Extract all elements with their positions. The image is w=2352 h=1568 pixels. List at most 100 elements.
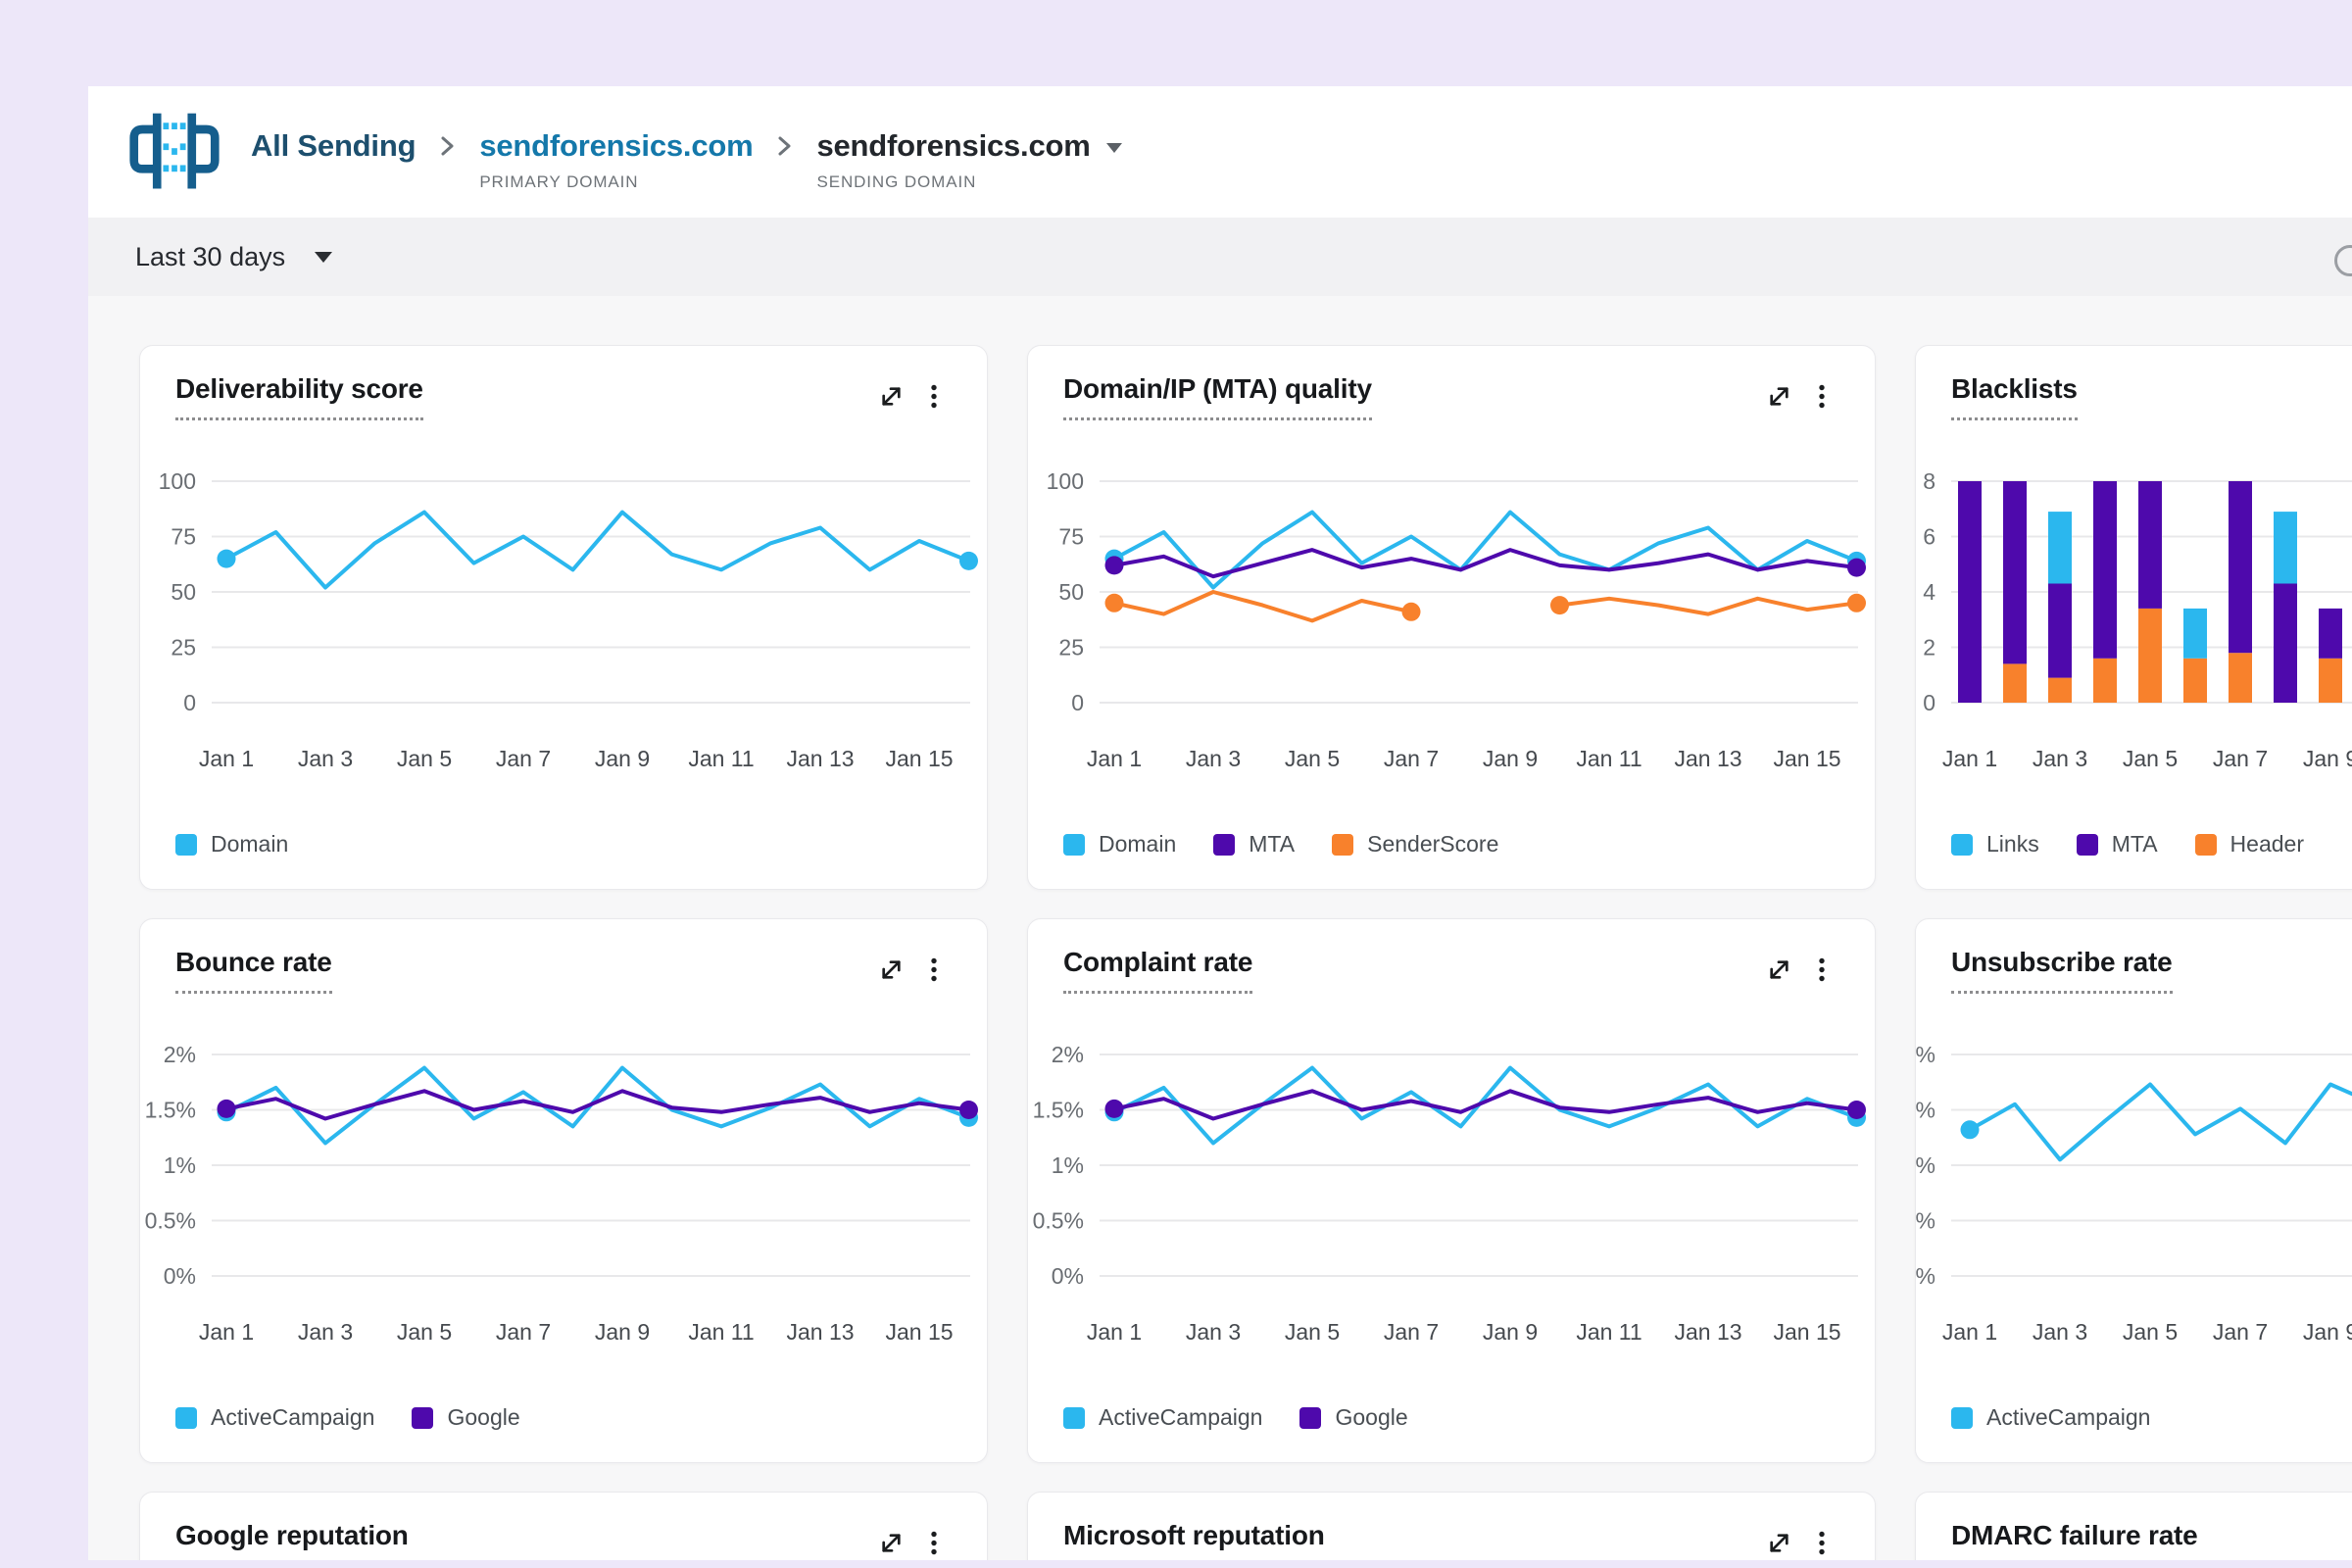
expand-icon[interactable] [878,383,905,410]
legend-item-header[interactable]: Header [2195,831,2304,858]
sendforensics-logo-icon[interactable] [127,110,221,201]
legend-label: Domain [1099,831,1176,858]
svg-text:0: 0 [1923,690,1936,715]
kebab-menu-icon[interactable] [930,1530,938,1556]
filterbar-edge-icon[interactable] [2334,245,2352,276]
svg-text:100: 100 [1047,468,1084,494]
svg-text:0.5%: 0.5% [1916,1208,1936,1234]
svg-text:Jan 7: Jan 7 [2213,746,2268,771]
card-title: Blacklists [1951,373,2078,420]
card-title: Deliverability score [175,373,423,420]
legend-item-activecampaign[interactable]: ActiveCampaign [1951,1404,2150,1431]
svg-text:Jan 1: Jan 1 [1942,1319,1997,1345]
kebab-menu-icon[interactable] [930,956,938,983]
legend-item-activecampaign[interactable]: ActiveCampaign [175,1404,374,1431]
svg-text:Jan 5: Jan 5 [1285,746,1340,771]
card-title: Complaint rate [1063,947,1252,994]
svg-text:Jan 15: Jan 15 [885,1319,953,1345]
svg-text:Jan 7: Jan 7 [1384,746,1439,771]
legend-swatch [412,1407,433,1429]
svg-text:Jan 5: Jan 5 [1285,1319,1340,1345]
breadcrumb-item-primary-domain[interactable]: sendforensics.com PRIMARY DOMAIN [479,127,753,192]
legend-item-links[interactable]: Links [1951,831,2039,858]
svg-text:Jan 1: Jan 1 [1942,746,1997,771]
legend-swatch [2077,834,2098,856]
card-title: Domain/IP (MTA) quality [1063,373,1372,420]
legend-item-senderscore[interactable]: SenderScore [1332,831,1498,858]
card-domain-ip-mta-quality: Domain/IP (MTA) quality 1007550250Jan 1J… [1027,345,1876,890]
svg-text:6: 6 [1923,524,1936,550]
svg-text:0: 0 [183,690,196,715]
legend-item-google[interactable]: Google [412,1404,519,1431]
chart-canvas: 2%1.5%1%0.5%0%Jan 1Jan 3Jan 5Jan 7Jan 9J… [1916,1029,2352,1352]
sending-domain-caret-icon[interactable] [1106,143,1122,153]
date-range-select[interactable]: Last 30 days [135,218,332,296]
card-blacklists: Blacklists 86420Jan 1Jan 3Jan 5Jan 7Jan … [1915,345,2352,890]
filter-bar: Last 30 days [88,218,2352,296]
svg-text:Jan 9: Jan 9 [2303,1319,2352,1345]
primary-domain-sublabel: PRIMARY DOMAIN [479,172,753,192]
expand-icon[interactable] [1766,956,1792,983]
legend-label: ActiveCampaign [1986,1404,2150,1431]
svg-text:50: 50 [1058,579,1084,605]
legend-item-mta[interactable]: MTA [1213,831,1295,858]
kebab-menu-icon[interactable] [1818,383,1826,410]
card-complaint-rate: Complaint rate 2%1.5%1%0.5%0%Jan 1Jan 3J… [1027,918,1876,1463]
legend-swatch [1951,834,1973,856]
breadcrumb: All Sending sendforensics.com PRIMARY DO… [251,127,1122,192]
legend-label: ActiveCampaign [1099,1404,1262,1431]
legend-swatch [175,834,197,856]
svg-text:2%: 2% [1916,1042,1936,1067]
legend-item-domain[interactable]: Domain [175,831,288,858]
expand-icon[interactable] [1766,383,1792,410]
legend-label: ActiveCampaign [211,1404,374,1431]
expand-icon[interactable] [878,956,905,983]
breadcrumb-item-all-sending[interactable]: All Sending [251,127,416,165]
svg-text:Jan 1: Jan 1 [199,746,254,771]
kebab-menu-icon[interactable] [930,383,938,410]
svg-text:Jan 3: Jan 3 [298,746,353,771]
svg-text:Jan 7: Jan 7 [1384,1319,1439,1345]
card-actions [878,383,938,410]
svg-text:Jan 9: Jan 9 [2303,746,2352,771]
chart-canvas: 1007550250Jan 1Jan 3Jan 5Jan 7Jan 9Jan 1… [140,456,989,779]
chart-legend: ActiveCampaign Google [175,1404,520,1431]
expand-icon[interactable] [1766,1530,1792,1556]
legend-swatch [2195,834,2217,856]
date-range-caret-icon [315,252,332,263]
card-title: Unsubscribe rate [1951,947,2173,994]
card-title: Bounce rate [175,947,332,994]
legend-item-domain[interactable]: Domain [1063,831,1176,858]
legend-item-google[interactable]: Google [1299,1404,1407,1431]
svg-text:Jan 15: Jan 15 [1773,746,1840,771]
legend-swatch [1213,834,1235,856]
svg-text:1.5%: 1.5% [1916,1098,1936,1123]
svg-text:50: 50 [171,579,196,605]
legend-swatch [1063,834,1085,856]
svg-text:Jan 5: Jan 5 [397,746,452,771]
svg-text:4: 4 [1923,579,1936,605]
svg-text:Jan 9: Jan 9 [595,1319,650,1345]
svg-text:Jan 3: Jan 3 [1186,1319,1241,1345]
legend-label: Links [1986,831,2039,858]
chart-legend: Links MTA Header [1951,831,2304,858]
svg-text:0%: 0% [1052,1263,1084,1289]
svg-text:Jan 5: Jan 5 [2123,746,2178,771]
legend-swatch [1951,1407,1973,1429]
chart-canvas: 1007550250Jan 1Jan 3Jan 5Jan 7Jan 9Jan 1… [1028,456,1877,779]
svg-text:100: 100 [159,468,196,494]
svg-text:Jan 11: Jan 11 [688,1319,754,1345]
svg-text:Jan 5: Jan 5 [2123,1319,2178,1345]
kebab-menu-icon[interactable] [1818,1530,1826,1556]
legend-label: MTA [2112,831,2158,858]
breadcrumb-item-sending-domain[interactable]: sendforensics.com SENDING DOMAIN [816,127,1121,192]
legend-item-mta[interactable]: MTA [2077,831,2158,858]
svg-text:1%: 1% [1916,1152,1936,1178]
kebab-menu-icon[interactable] [1818,956,1826,983]
legend-item-activecampaign[interactable]: ActiveCampaign [1063,1404,1262,1431]
expand-icon[interactable] [878,1530,905,1556]
legend-label: MTA [1249,831,1295,858]
card-bounce-rate: Bounce rate 2%1.5%1%0.5%0%Jan 1Jan 3Jan … [139,918,988,1463]
svg-text:Jan 1: Jan 1 [1087,1319,1142,1345]
svg-text:Jan 3: Jan 3 [298,1319,353,1345]
